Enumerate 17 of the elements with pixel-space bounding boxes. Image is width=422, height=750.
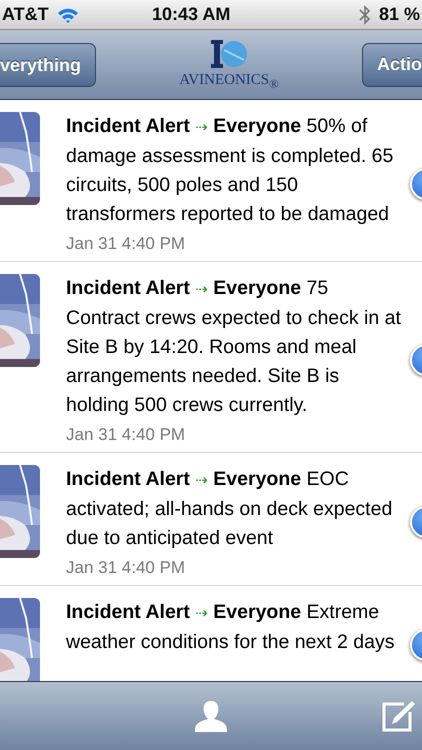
- message-text: Incident Alert ⇢ Everyone EOC activated; all-hands on deck expected due to anticipated event: [66, 467, 394, 551]
- battery-percentage: 81 %: [378, 4, 420, 25]
- message-time: Jan 31 4:40 PM: [66, 557, 186, 579]
- logo-text: AVINEONICS$_{®}$: [179, 72, 279, 92]
- compose-icon[interactable]: [382, 700, 416, 732]
- action-button[interactable]: Actio: [362, 42, 422, 86]
- bluetooth-icon: [358, 4, 371, 24]
- wifi-icon: [56, 6, 79, 22]
- message-time: Jan 31 4:40 PM: [66, 233, 186, 255]
- logo-icon: [209, 38, 249, 70]
- message-text: Incident Alert ⇢ Everyone 75 Contract crews expected to check in at Site B by 14:20. Rooms and meal arrangements needed. Site B is holding 500 crews currently.: [66, 276, 402, 418]
- clock-time: 10:43 AM: [152, 4, 232, 25]
- message-text: Incident Alert ⇢ Everyone 50% of damage assessment is completed. 65 circuits, 500 poles and 150 transformers reported to be damaged: [66, 114, 394, 227]
- message-time: Jan 31 4:40 PM: [66, 424, 186, 446]
- message-text: Incident Alert ⇢ Everyone Extreme weather conditions for the next 2 days: [66, 600, 396, 655]
- filter-button[interactable]: verything: [0, 43, 96, 87]
- carrier-name: AT&T: [2, 4, 49, 25]
